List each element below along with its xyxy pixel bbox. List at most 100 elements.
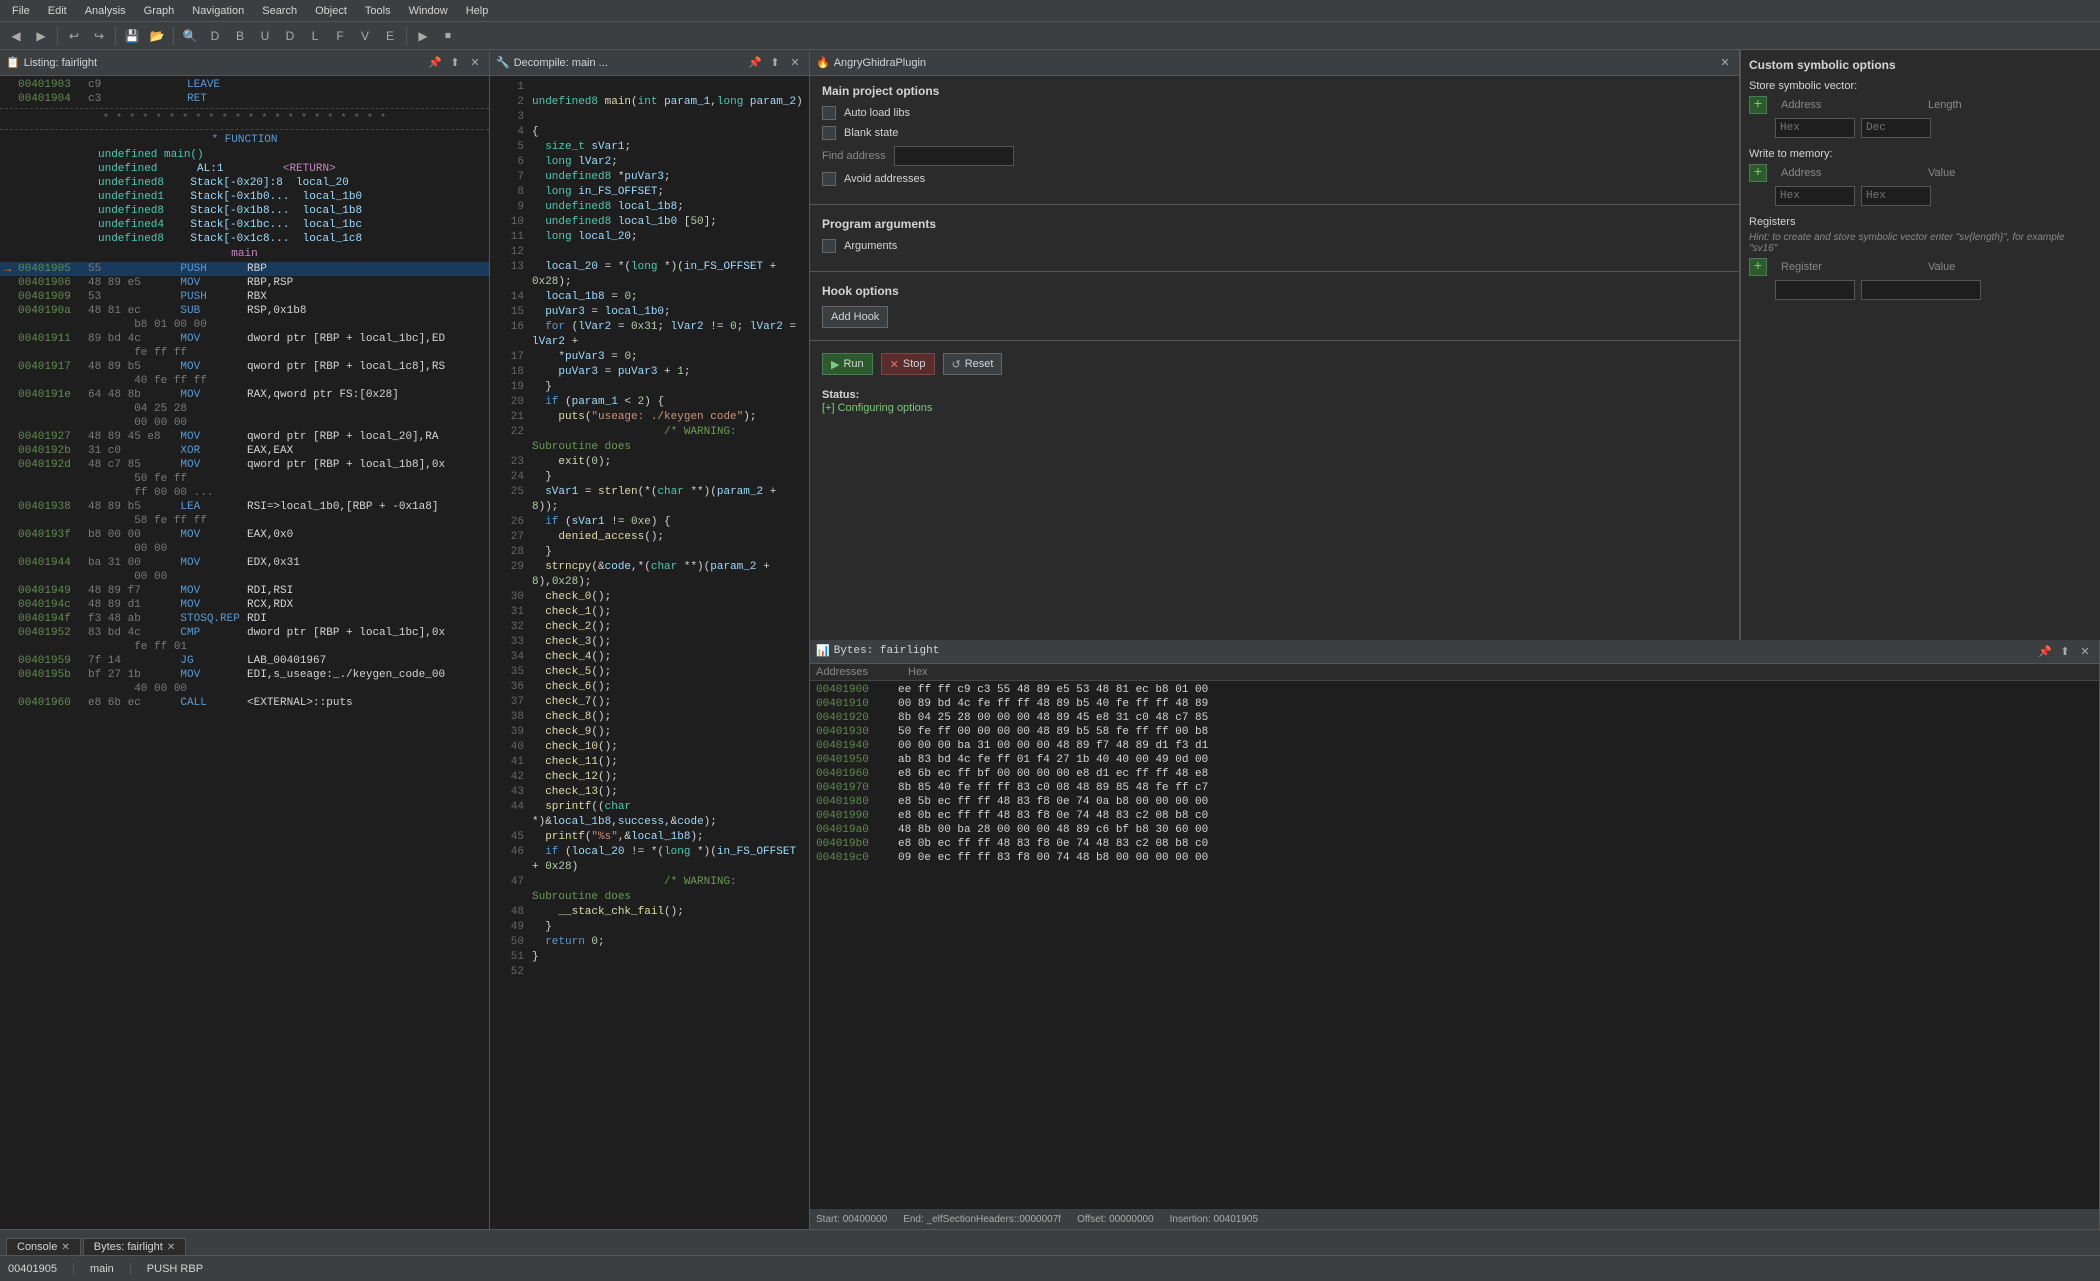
- menu-graph[interactable]: Graph: [136, 3, 183, 19]
- stop-button[interactable]: ✕ Stop: [881, 353, 935, 375]
- start-label: Start: 00400000: [816, 1214, 887, 1225]
- avoid-checkbox[interactable]: [822, 172, 836, 186]
- register-value-input[interactable]: [1861, 280, 1981, 300]
- toolbar-e[interactable]: E: [378, 25, 402, 47]
- toolbar-search[interactable]: 🔍: [178, 25, 202, 47]
- bytes-tab-close[interactable]: ✕: [167, 1242, 175, 1253]
- toolbar-redo[interactable]: ↪: [87, 25, 111, 47]
- menu-search[interactable]: Search: [254, 3, 305, 19]
- write-headers: + Address Value: [1749, 164, 2092, 182]
- toolbar-forward[interactable]: ▶: [29, 25, 53, 47]
- toolbar-v[interactable]: V: [353, 25, 377, 47]
- symbolic-address-input[interactable]: [1775, 118, 1855, 138]
- add-hook-button[interactable]: Add Hook: [822, 306, 888, 328]
- menu-analysis[interactable]: Analysis: [77, 3, 134, 19]
- reset-button[interactable]: ↺ Reset: [943, 353, 1003, 375]
- symbolic-length-dec-input[interactable]: [1861, 118, 1931, 138]
- add-hook-label: Add Hook: [831, 311, 879, 323]
- toolbar-back[interactable]: ◀: [4, 25, 28, 47]
- table-row: ff 00 00 ...: [0, 486, 489, 500]
- menu-edit[interactable]: Edit: [40, 3, 75, 19]
- bytes-close[interactable]: ✕: [2077, 643, 2093, 659]
- table-row: 0040194f f3 48 ab STOSQ.REP RDI: [0, 612, 489, 626]
- table-row: 00 00 00: [0, 416, 489, 430]
- mnemonic: LEA: [180, 501, 240, 513]
- auto-load-checkbox[interactable]: [822, 106, 836, 120]
- menu-help[interactable]: Help: [458, 3, 497, 19]
- decompile-close[interactable]: ✕: [787, 55, 803, 71]
- bytes-export[interactable]: ⬆: [2057, 643, 2073, 659]
- line-num: 22: [496, 425, 524, 455]
- address-length-headers: + Address Length: [1749, 96, 2092, 114]
- toolbar-b[interactable]: B: [228, 25, 252, 47]
- reg: AL:1: [197, 163, 223, 175]
- bytes: 83 bd 4c: [88, 627, 180, 639]
- toolbar-d2[interactable]: D: [278, 25, 302, 47]
- register-name-input[interactable]: [1775, 280, 1855, 300]
- program-args-title: Program arguments: [822, 217, 1727, 231]
- menu-file[interactable]: File: [4, 3, 38, 19]
- registers-add-btn[interactable]: +: [1749, 258, 1767, 276]
- registers-title: Registers: [1749, 216, 2092, 228]
- mnemonic: CMP: [180, 627, 240, 639]
- code-text: }: [532, 950, 539, 965]
- run-button[interactable]: ▶ Run: [822, 353, 873, 375]
- bytes-scroll[interactable]: 00401900ee ff ff c9 c3 55 48 89 e5 53 48…: [810, 681, 2099, 1210]
- line-num: 7: [496, 170, 524, 185]
- code-line: 15 puVar3 = local_1b0;: [496, 305, 803, 320]
- toolbar-l[interactable]: L: [303, 25, 327, 47]
- blank-state-label: Blank state: [844, 127, 898, 139]
- console-tab-label: Console: [17, 1241, 57, 1253]
- decompile-export[interactable]: ⬆: [767, 55, 783, 71]
- decompile-scroll[interactable]: 1 2undefined8 main(int param_1,long para…: [490, 76, 809, 1229]
- write-value-input[interactable]: [1861, 186, 1931, 206]
- bytes-tab[interactable]: Bytes: fairlight ✕: [83, 1238, 186, 1255]
- angry-close[interactable]: ✕: [1717, 55, 1733, 71]
- blank-state-row: Blank state: [822, 126, 1727, 140]
- line-num: 16: [496, 320, 524, 350]
- bytes-pin[interactable]: 📌: [2037, 643, 2053, 659]
- code-line: 22 /* WARNING: Subroutine does: [496, 425, 803, 455]
- listing-pin[interactable]: 📌: [427, 55, 443, 71]
- menu-tools[interactable]: Tools: [357, 3, 399, 19]
- addr: 00401903: [18, 79, 88, 91]
- code-line: 23 exit(0);: [496, 455, 803, 470]
- operand: EAX,0x0: [240, 529, 293, 541]
- toolbar-disasm[interactable]: D: [203, 25, 227, 47]
- bytes: c9: [88, 79, 187, 91]
- divider-3: [810, 340, 1739, 341]
- listing-close[interactable]: ✕: [467, 55, 483, 71]
- menu-window[interactable]: Window: [401, 3, 456, 19]
- line-num: 26: [496, 515, 524, 530]
- blank-state-checkbox[interactable]: [822, 126, 836, 140]
- toolbar-undo[interactable]: ↩: [62, 25, 86, 47]
- toolbar-run[interactable]: ▶: [411, 25, 435, 47]
- program-args-section: Program arguments Arguments: [810, 209, 1739, 267]
- console-tab[interactable]: Console ✕: [6, 1238, 81, 1255]
- write-memory-add-btn[interactable]: +: [1749, 164, 1767, 182]
- listing-scroll[interactable]: 00401903 c9 LEAVE 00401904 c3 RET: [0, 76, 489, 1229]
- arguments-checkbox[interactable]: [822, 239, 836, 253]
- line-num: 41: [496, 755, 524, 770]
- toolbar-u[interactable]: U: [253, 25, 277, 47]
- addr: 0040195b: [18, 669, 88, 681]
- toolbar-f[interactable]: F: [328, 25, 352, 47]
- table-row: 00401900ee ff ff c9 c3 55 48 89 e5 53 48…: [816, 683, 2093, 697]
- toolbar-open[interactable]: 📂: [145, 25, 169, 47]
- toolbar-save[interactable]: 💾: [120, 25, 144, 47]
- decompile-pin[interactable]: 📌: [747, 55, 763, 71]
- divider-1: [810, 204, 1739, 205]
- menu-object[interactable]: Object: [307, 3, 355, 19]
- bytes-header: 📊 Bytes: fairlight 📌 ⬆ ✕: [810, 640, 2099, 664]
- write-address-input[interactable]: [1775, 186, 1855, 206]
- listing-export[interactable]: ⬆: [447, 55, 463, 71]
- angry-content: Main project options Auto load libs Blan…: [810, 76, 1739, 640]
- find-address-input[interactable]: [894, 146, 1014, 166]
- console-tab-close[interactable]: ✕: [61, 1242, 69, 1253]
- menubar: File Edit Analysis Graph Navigation Sear…: [0, 0, 2100, 22]
- addr: 0040194f: [18, 613, 88, 625]
- line-num: 31: [496, 605, 524, 620]
- menu-navigation[interactable]: Navigation: [184, 3, 252, 19]
- toolbar-stop2[interactable]: ⏹: [436, 25, 460, 47]
- store-symbolic-add-btn[interactable]: +: [1749, 96, 1767, 114]
